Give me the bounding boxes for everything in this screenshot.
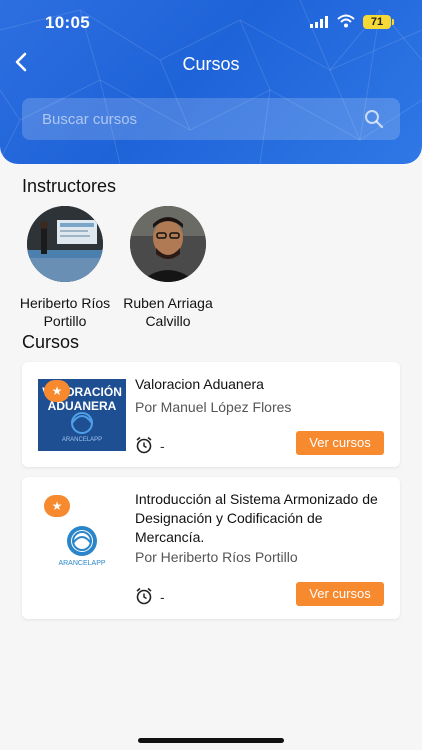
page-title: Cursos — [182, 54, 240, 74]
search-input[interactable] — [42, 98, 352, 140]
instructor-card[interactable]: Ruben Arriaga Calvillo — [113, 206, 223, 330]
view-course-button[interactable]: Ver cursos — [296, 582, 384, 606]
course-duration: - — [160, 438, 165, 454]
instructor-name: Ruben Arriaga Calvillo — [123, 295, 213, 329]
course-author: Por Heriberto Ríos Portillo — [135, 549, 298, 565]
status-bar: 10:05 71 — [0, 0, 422, 46]
star-icon: ★ — [51, 499, 63, 513]
courses-heading: Cursos — [22, 332, 80, 352]
portrait-photo — [130, 206, 206, 282]
signal-icon — [310, 16, 328, 28]
course-title: Introducción al Sistema Armonizado de De… — [135, 491, 378, 545]
course-duration: - — [160, 589, 165, 605]
arancelapp-logo — [67, 526, 97, 556]
course-title: Valoracion Aduanera — [135, 376, 264, 392]
view-course-button[interactable]: Ver cursos — [296, 431, 384, 455]
battery-indicator: 71 — [363, 15, 394, 29]
wifi-icon — [337, 14, 355, 28]
alarm-clock-icon — [136, 587, 152, 605]
home-indicator[interactable] — [138, 738, 284, 743]
course-card[interactable]: VALORACIÓN ADUANERA ARANCELAPP ★ Valorac… — [22, 362, 400, 467]
course-card[interactable]: ARANCELAPP ★ Introducción al Sistema Arm… — [22, 477, 400, 619]
avatar — [130, 206, 206, 282]
instructors-heading: Instructores — [22, 176, 117, 196]
course-thumbnail: ARANCELAPP — [38, 521, 126, 571]
instructor-card[interactable]: Heriberto Ríos Portillo — [10, 206, 120, 330]
instructor-name: Heriberto Ríos Portillo — [19, 295, 111, 329]
thumbnail-brand: ARANCELAPP — [58, 560, 106, 567]
search-bar[interactable] — [22, 98, 400, 140]
presentation-photo — [27, 206, 103, 282]
star-icon: ★ — [51, 384, 63, 398]
featured-star-badge: ★ — [44, 495, 70, 517]
avatar — [27, 206, 103, 282]
app-header: 10:05 71 Cursos — [0, 0, 422, 164]
status-time: 10:05 — [45, 13, 90, 32]
featured-star-badge: ★ — [44, 380, 70, 402]
course-author: Por Manuel López Flores — [135, 399, 292, 415]
search-icon[interactable] — [364, 109, 384, 129]
alarm-clock-icon — [136, 436, 152, 454]
thumbnail-brand: ARANCELAPP — [61, 437, 103, 443]
